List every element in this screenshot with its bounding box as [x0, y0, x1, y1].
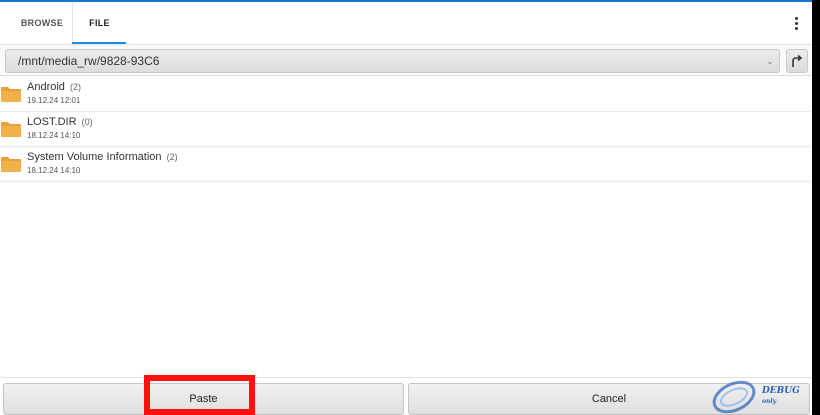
path-bar: /mnt/media_rw/9828-93C6 ⌄ — [0, 44, 812, 76]
file-list: Android (2) 19.12.24 12:01 LOST.DIR (0) … — [0, 77, 812, 182]
file-date: 18.12.24 14:10 — [27, 166, 81, 175]
folder-icon — [1, 122, 21, 137]
file-name: System Volume Information (2) — [27, 151, 178, 163]
file-count: (2) — [166, 152, 178, 162]
overflow-menu-icon[interactable] — [786, 12, 806, 34]
path-text: /mnt/media_rw/9828-93C6 — [18, 54, 160, 68]
debug-watermark-text: DEBUG only — [762, 386, 800, 405]
file-name: Android (2) — [27, 81, 81, 93]
file-date: 18.12.24 14:10 — [27, 131, 81, 140]
screen-edge — [812, 0, 820, 415]
list-item[interactable]: LOST.DIR (0) 18.12.24 14:10 — [0, 112, 812, 147]
chevron-down-icon: ⌄ — [766, 55, 774, 66]
list-item[interactable]: Android (2) 19.12.24 12:01 — [0, 77, 812, 112]
tab-bar: BROWSE FILE — [0, 2, 812, 44]
file-picker-screen: BROWSE FILE /mnt/media_rw/9828-93C6 ⌄ An… — [0, 0, 812, 415]
file-date: 19.12.24 12:01 — [27, 96, 81, 105]
tab-file[interactable]: FILE — [72, 2, 126, 44]
action-bar: Paste Cancel — [0, 377, 812, 415]
file-count: (0) — [81, 117, 93, 127]
paste-button[interactable]: Paste — [3, 383, 404, 415]
file-count: (2) — [69, 82, 81, 92]
file-name: LOST.DIR (0) — [27, 116, 93, 128]
list-item[interactable]: System Volume Information (2) 18.12.24 1… — [0, 147, 812, 182]
tab-browse[interactable]: BROWSE — [14, 2, 70, 44]
folder-icon — [1, 87, 21, 102]
up-folder-icon[interactable] — [786, 49, 808, 73]
folder-icon — [1, 157, 21, 172]
path-dropdown[interactable]: /mnt/media_rw/9828-93C6 ⌄ — [5, 49, 780, 73]
